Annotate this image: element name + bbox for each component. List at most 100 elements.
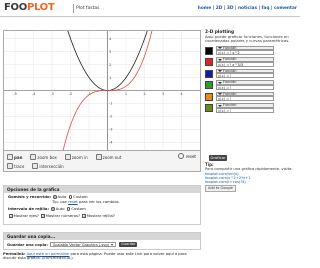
function-row: Función y(x) = x^2: [205, 45, 297, 56]
permalink-row: Permalink: Aquí está un permalink para e…: [3, 252, 197, 261]
function-box: Función y(x) =: [216, 91, 274, 102]
top-bar: FOOPLOT Plot fastas home | 2D | 3D | not…: [0, 0, 300, 17]
x-tick-label: -4: [32, 92, 36, 96]
zoom-out-tool[interactable]: zoom out: [95, 154, 121, 160]
trace-tool[interactable]: trace: [7, 163, 24, 169]
panel-description: Aquí puede graficar funciones, funciones…: [205, 34, 290, 44]
fooplot-logo[interactable]: FOOPLOT: [4, 2, 55, 13]
function-box: Función y(x) =: [216, 68, 274, 79]
add-to-google-button[interactable]: Add to Google: [205, 185, 236, 193]
function-input[interactable]: y(x) =: [216, 84, 274, 90]
show-grid-checkbox[interactable]: ✓: [82, 214, 86, 218]
color-swatch[interactable]: [205, 69, 213, 78]
y-tick-label: -1: [109, 102, 113, 106]
tagline: Plot fastas: [76, 6, 100, 11]
tip-link-3[interactable]: fooplot.com/r=cos(3t): [205, 180, 246, 184]
zoom-in-tool[interactable]: zoom in: [64, 154, 88, 160]
save-row: Guardar una copia: Scalable Vector Graph…: [7, 242, 138, 247]
chevron-down-icon: [218, 47, 222, 50]
function-list: Función y(x) = x^2 Función y(x) = x^3/3 Funció…: [205, 45, 297, 113]
function-input[interactable]: y(x) = x^2: [216, 50, 274, 56]
color-swatch[interactable]: [205, 81, 213, 90]
zoom-box-icon: [30, 154, 37, 160]
function-row: Función y(x) =: [205, 103, 297, 113]
toolbar-row-1: pan zoom box zoom in zoom out: [7, 153, 127, 161]
zoom-row: Gomisis y recorrido:: [8, 194, 52, 200]
function-box: Función y(x) = x^2: [216, 45, 274, 56]
chevron-down-icon: [218, 104, 222, 107]
chevron-down-icon: [218, 58, 222, 61]
function-type-select[interactable]: Función: [216, 103, 274, 108]
function-box: Función y(x) = x^3/3: [216, 57, 274, 67]
show-numbers-checkbox[interactable]: ✓: [41, 214, 45, 218]
save-panel: Guardar una copia... Guardar una copia: …: [3, 232, 201, 250]
function-type-select[interactable]: Función: [216, 91, 274, 97]
plot-toolbar: pan zoom box zoom in zoom out trace inte…: [3, 151, 201, 172]
save-header[interactable]: Guardar una copia...: [4, 233, 200, 240]
tip-title: Tip:: [205, 162, 214, 167]
function-input[interactable]: y(x) =: [216, 107, 274, 113]
reset-link[interactable]: reset: [68, 199, 78, 204]
reset-icon: [177, 153, 184, 159]
y-tick-label: 3: [109, 50, 111, 54]
tip-box: Tip: Para compartir una gráfica rápidame…: [205, 162, 297, 193]
function-row: Función y(x) = x^3/3: [205, 57, 297, 67]
color-swatch[interactable]: [205, 104, 213, 113]
function-input[interactable]: y(x) =: [216, 96, 274, 102]
grid-auto-radio[interactable]: [51, 207, 55, 211]
top-nav-links[interactable]: home | 2D | 3D | noticias | faq | coment…: [198, 6, 297, 11]
chevron-down-icon: [218, 93, 222, 96]
grid-custom-radio[interactable]: [66, 207, 71, 211]
logo-foo: FOO: [4, 2, 27, 13]
zoom-box-tool[interactable]: zoom box: [30, 154, 57, 160]
y-tick-label: 1: [109, 76, 111, 80]
y-tick-label: -2: [109, 115, 113, 119]
move-icon: [7, 154, 13, 160]
function-row: Función y(x) =: [205, 80, 297, 90]
intersection-tool[interactable]: intersección: [32, 163, 64, 169]
x-tick-label: -5: [13, 92, 17, 96]
permalink-link[interactable]: Aquí está un permalink: [27, 252, 70, 256]
plot-svg[interactable]: -5 -4 -3 -2 -1 1 2 3 44321-1-2-3-4: [4, 18, 200, 163]
color-swatch[interactable]: [205, 46, 213, 55]
options-panel: Opciones de la gráfica Gomisis y recorri…: [3, 185, 201, 225]
chevron-down-icon: [218, 81, 222, 84]
function-input[interactable]: y(x) = x^3/3: [216, 61, 274, 67]
plot-area[interactable]: -5 -4 -3 -2 -1 1 2 3 4 4 3 2 1 -1 -2 -3 -4: [3, 18, 201, 163]
function-box: Función y(x) =: [216, 80, 274, 90]
function-type-select[interactable]: Función: [216, 45, 274, 51]
x-tick-label: -2: [69, 92, 73, 96]
color-swatch[interactable]: [205, 92, 213, 101]
display-checkboxes: ✓Mostrar ejes? ✓Mostrar números? ✓Mostra…: [9, 213, 115, 219]
pan-tool[interactable]: pan: [7, 154, 22, 160]
show-axes-checkbox[interactable]: ✓: [9, 214, 13, 218]
trace-icon: [7, 163, 13, 169]
options-header[interactable]: Opciones de la gráfica: [4, 186, 200, 193]
y-tick-label: 2: [109, 63, 111, 67]
x-tick-label: 1: [125, 92, 127, 96]
chevron-down-icon: [218, 70, 222, 73]
zoom-in-icon: [64, 154, 71, 160]
chevron-down-icon: [111, 243, 114, 246]
function-type-select[interactable]: Función: [216, 57, 274, 62]
x-tick-label: 3: [162, 92, 164, 96]
function-type-select[interactable]: Función: [216, 80, 274, 85]
permalink-label: Permalink:: [3, 252, 26, 256]
x-tick-label: 2: [143, 92, 145, 96]
zoom-out-icon: [95, 154, 102, 160]
guardar-button[interactable]: Guardar: [119, 242, 138, 247]
function-input[interactable]: y(x) =: [216, 73, 274, 79]
grid-row: Intervalo de rejilla: Auto Custom: [8, 206, 86, 211]
grid-label: Intervalo de rejilla:: [8, 206, 49, 211]
color-swatch[interactable]: [205, 58, 213, 67]
y-tick-label: -3: [109, 128, 113, 132]
graficar-button[interactable]: Graficar: [209, 155, 227, 161]
save-label: Guardar una copia:: [7, 242, 48, 247]
reset-button[interactable]: reset: [177, 153, 196, 159]
format-select[interactable]: Scalable Vector Graphics (.svg): [49, 242, 117, 247]
header-separator: [73, 4, 74, 13]
function-type-select[interactable]: Función: [216, 68, 274, 74]
functions-panel: 2-D plotting Aquí puede graficar funcion…: [205, 30, 297, 113]
zoom-label: Gomisis y recorrido:: [8, 194, 52, 199]
logo-plot: PLOT: [26, 2, 55, 13]
